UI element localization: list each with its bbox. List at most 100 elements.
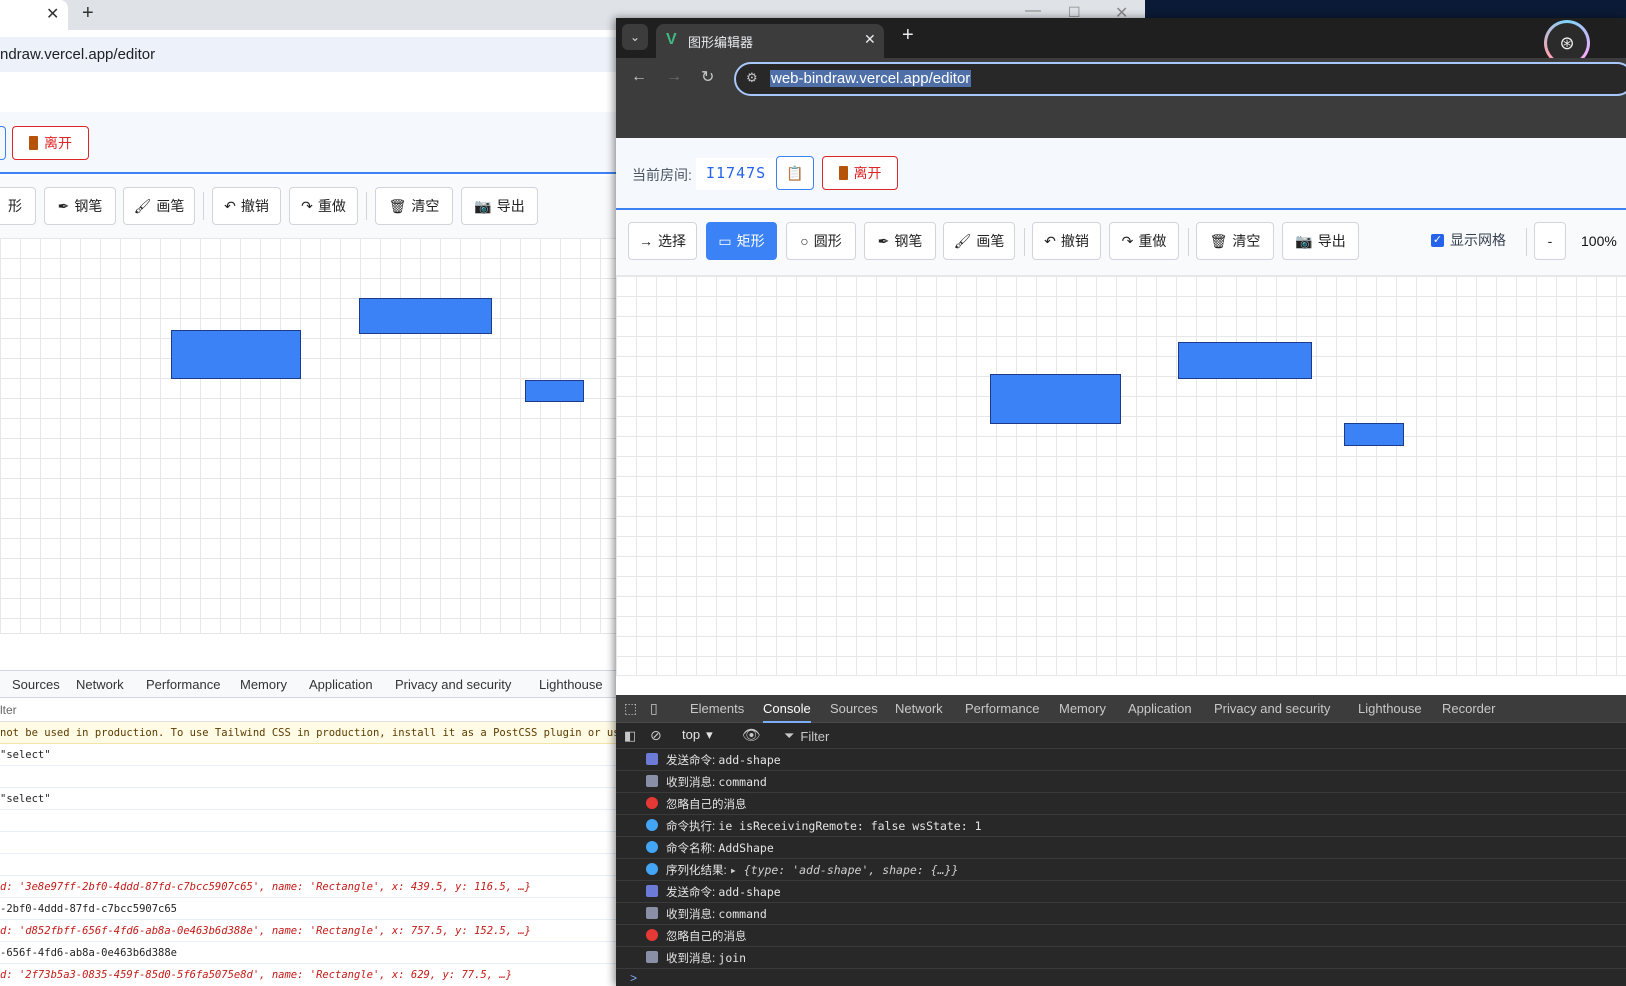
- console-prompt[interactable]: >: [630, 971, 637, 985]
- devtools-tab-sources[interactable]: Sources: [12, 677, 60, 692]
- tool-brush[interactable]: 🖌 画笔: [943, 222, 1015, 260]
- device-toolbar-icon[interactable]: ▯: [650, 700, 658, 717]
- magnifier-icon: [646, 841, 658, 853]
- console-prefix: 发送命令:: [666, 887, 719, 899]
- devtools-tab-sources[interactable]: Sources: [830, 695, 878, 723]
- tool-undo[interactable]: ↶ 撤销: [1032, 222, 1101, 260]
- back-tool-pen[interactable]: ✒ 钢笔: [44, 187, 116, 225]
- front-tab-title: 图形编辑器: [688, 35, 754, 50]
- devtools-tab-elements[interactable]: Elements: [690, 695, 744, 723]
- back-tool-brush[interactable]: 🖌 画笔: [123, 187, 195, 225]
- site-settings-icon[interactable]: ⚙: [746, 70, 758, 86]
- console-line[interactable]: 序列化结果: ▸ {type: 'add-shape', shape: {…}}: [616, 859, 1626, 881]
- tool-label: 画笔: [976, 233, 1005, 249]
- sidebar-toggle-icon[interactable]: ◧: [624, 728, 636, 744]
- console-line: 忽略自己的消息: [616, 925, 1626, 947]
- devtools-tab-privacy[interactable]: Privacy and security: [395, 677, 511, 692]
- console-line: 命令名称: AddShape: [616, 837, 1626, 859]
- devtools-tabbar: ⬚ ▯ Elements Console Sources Network Per…: [616, 695, 1626, 723]
- rectangle-shape[interactable]: [525, 380, 584, 402]
- tool-select[interactable]: → 选择: [628, 222, 697, 260]
- new-tab-icon[interactable]: +: [82, 2, 94, 25]
- close-tab-icon[interactable]: ✕: [864, 31, 876, 48]
- devtools-tab-memory[interactable]: Memory: [1059, 695, 1106, 723]
- new-tab-icon[interactable]: +: [902, 24, 914, 47]
- back-tool-redo[interactable]: ↷ 重做: [289, 187, 358, 225]
- copy-room-button[interactable]: 📋: [776, 156, 814, 190]
- back-leave-button[interactable]: 离开: [12, 126, 89, 160]
- tab-search-button[interactable]: ⌄: [622, 24, 648, 50]
- back-tool-circle[interactable]: 形: [0, 187, 36, 225]
- console-text: AddShape: [718, 841, 774, 855]
- tool-label: 形: [8, 198, 22, 214]
- rectangle-shape[interactable]: [1178, 342, 1312, 379]
- console-object-line[interactable]: d: 'd852fbff-656f-4fd6-ab8a-0e463b6d388e…: [0, 920, 616, 942]
- devtools-tab-application[interactable]: Application: [309, 677, 373, 692]
- profile-logo-icon: ⊛: [1547, 23, 1587, 63]
- show-grid-toggle[interactable]: ✓ 显示网格: [1431, 230, 1506, 250]
- reload-icon[interactable]: ↻: [701, 67, 714, 87]
- back-copy-button[interactable]: [0, 126, 6, 160]
- devtools-tab-performance[interactable]: Performance: [965, 695, 1039, 723]
- prohibited-icon: [646, 929, 658, 941]
- rectangle-shape[interactable]: [171, 330, 301, 379]
- close-tab-icon[interactable]: ✕: [46, 4, 59, 24]
- devtools-tab-network[interactable]: Network: [76, 677, 124, 692]
- tool-export[interactable]: 📷 导出: [1282, 222, 1359, 260]
- front-address-bar[interactable]: ⚙ web-bindraw.vercel.app/editor: [734, 62, 1626, 96]
- devtools-tab-memory[interactable]: Memory: [240, 677, 287, 692]
- devtools-tab-console[interactable]: Console: [763, 695, 811, 723]
- console-line: -656f-4fd6-ab8a-0e463b6d388e: [0, 942, 616, 964]
- drawing-canvas[interactable]: [616, 276, 1626, 676]
- devtools-tab-application[interactable]: Application: [1128, 695, 1192, 723]
- rectangle-shape[interactable]: [990, 374, 1121, 424]
- leave-label: 离开: [853, 165, 882, 181]
- devtools-tab-performance[interactable]: Performance: [146, 677, 220, 692]
- chevron-down-icon: ⌄: [629, 30, 641, 44]
- devtools-tab-lighthouse[interactable]: Lighthouse: [1358, 695, 1422, 723]
- back-tool-undo[interactable]: ↶ 撤销: [212, 187, 281, 225]
- devtools-panel: ⬚ ▯ Elements Console Sources Network Per…: [616, 695, 1626, 986]
- console-object-line[interactable]: d: '3e8e97ff-2bf0-4ddd-87fd-c7bcc5907c65…: [0, 876, 616, 898]
- tool-pen[interactable]: ✒ 钢笔: [864, 222, 936, 260]
- console-object-line[interactable]: d: '2f73b5a3-0835-459f-85d0-5f6fa5075e8d…: [0, 964, 616, 986]
- back-canvas[interactable]: [0, 238, 616, 634]
- console-line: -2bf0-4ddd-87fd-c7bcc5907c65: [0, 898, 616, 920]
- back-arrow-icon[interactable]: ←: [631, 68, 647, 86]
- back-filter-bar[interactable]: lter: [0, 698, 616, 722]
- back-tool-clear[interactable]: 🗑 清空: [375, 187, 453, 225]
- back-tab[interactable]: ✕: [0, 0, 68, 30]
- trash-icon: 🗑: [1209, 232, 1228, 249]
- forward-arrow-icon[interactable]: →: [666, 68, 682, 86]
- front-tab[interactable]: V 图形编辑器 ✕: [656, 24, 884, 58]
- console-line: 忽略自己的消息: [616, 793, 1626, 815]
- rectangle-shape[interactable]: [1344, 423, 1404, 446]
- leave-room-button[interactable]: 离开: [822, 156, 898, 190]
- tool-redo[interactable]: ↷ 重做: [1109, 222, 1179, 260]
- arrow-right-icon: →: [639, 233, 653, 249]
- clear-console-icon[interactable]: ⊘: [650, 727, 662, 744]
- devtools-tab-network[interactable]: Network: [895, 695, 943, 723]
- divider: [203, 192, 204, 220]
- zoom-minus-label: -: [1547, 233, 1553, 249]
- zoom-out-button[interactable]: -: [1534, 222, 1566, 260]
- divider: [1188, 228, 1189, 256]
- context-selector[interactable]: top ▾: [682, 727, 713, 743]
- back-url: ndraw.vercel.app/editor: [0, 46, 156, 63]
- devtools-tab-recorder[interactable]: Recorder: [1442, 695, 1495, 723]
- filter-label: lter: [0, 703, 17, 717]
- devtools-tab-privacy[interactable]: Privacy and security: [1214, 695, 1330, 723]
- filter-input[interactable]: ⏷ Filter: [776, 726, 1076, 746]
- devtools-tab-lighthouse[interactable]: Lighthouse: [539, 677, 603, 692]
- eye-icon[interactable]: 👁: [742, 726, 761, 744]
- inspect-element-icon[interactable]: ⬚: [624, 700, 637, 717]
- back-tool-export[interactable]: 📷 导出: [461, 187, 538, 225]
- tool-clear[interactable]: 🗑 清空: [1196, 222, 1274, 260]
- console-line: 收到消息: command: [616, 903, 1626, 925]
- tool-circle[interactable]: ○ 圆形: [786, 222, 856, 260]
- console-text: command: [718, 907, 767, 921]
- rectangle-shape[interactable]: [359, 298, 492, 334]
- desktop-background: [1145, 0, 1626, 18]
- tool-rectangle[interactable]: ▭ 矩形: [706, 222, 777, 260]
- checkbox-checked-icon[interactable]: ✓: [1431, 233, 1444, 247]
